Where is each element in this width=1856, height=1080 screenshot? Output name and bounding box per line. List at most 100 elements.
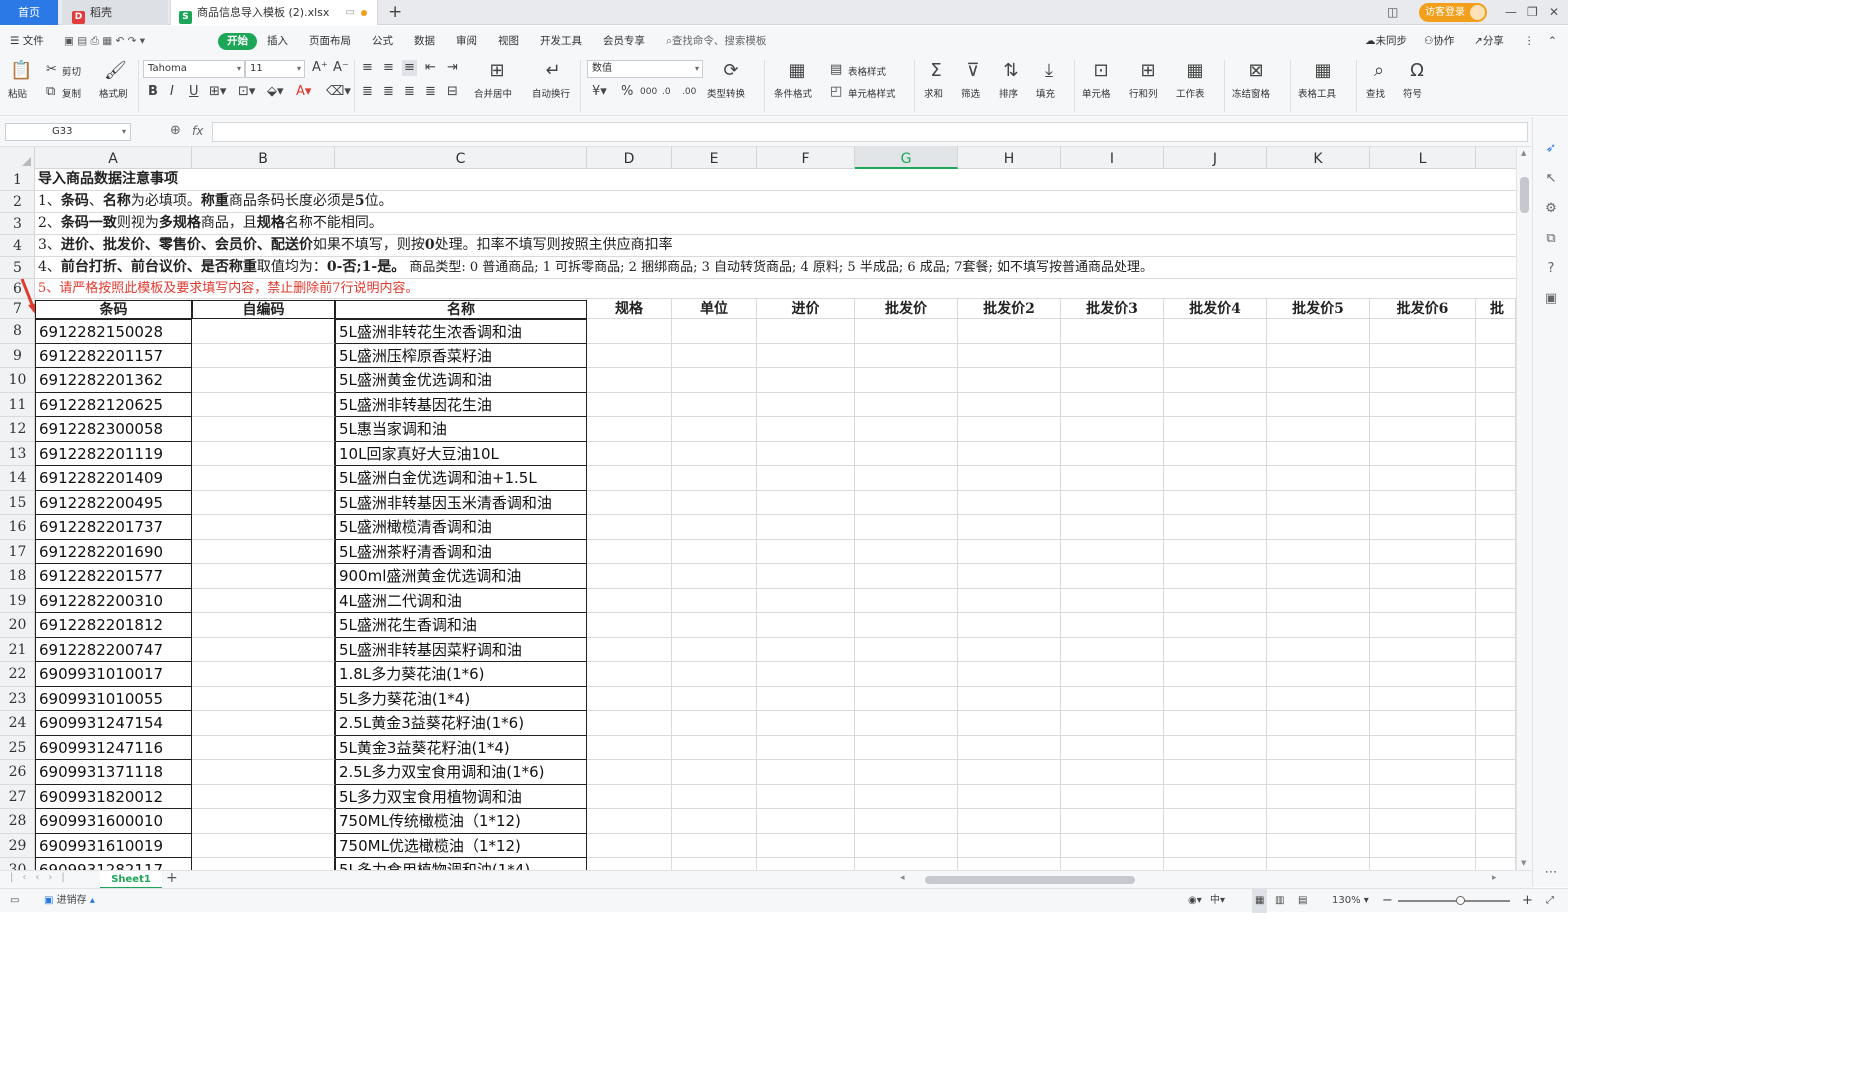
help-icon[interactable]: ? xyxy=(1543,261,1559,277)
barcode-cell[interactable]: 6912282200495 xyxy=(35,490,192,515)
font-increase-icon[interactable]: A⁺ xyxy=(312,60,328,76)
product-name-cell[interactable]: 5L盛洲压榨原香菜籽油 xyxy=(335,343,587,368)
cond-format-button[interactable]: 条件格式 xyxy=(774,86,812,100)
menu-layout[interactable]: 页面布局 xyxy=(309,26,351,56)
menu-review[interactable]: 审阅 xyxy=(456,26,477,56)
table-tools-button[interactable]: 表格工具 xyxy=(1298,86,1336,100)
restore-button[interactable]: ❐ xyxy=(1527,0,1538,25)
row-header[interactable]: 13 xyxy=(0,442,35,466)
barcode-cell[interactable]: 6912282201737 xyxy=(35,515,192,540)
menu-view[interactable]: 视图 xyxy=(498,26,519,56)
product-name-cell[interactable]: 5L盛洲橄榄清香调和油 xyxy=(335,515,587,540)
column-header-g[interactable]: G xyxy=(855,147,958,169)
product-name-cell[interactable]: 750ML优选橄榄油（1*12) xyxy=(335,833,587,858)
tab-monitor-icon[interactable]: ▭ xyxy=(346,0,355,25)
product-name-cell[interactable]: 1.8L多力葵花油(1*6) xyxy=(335,662,587,687)
barcode-cell[interactable]: 6909931282117 xyxy=(35,858,192,870)
table-style-button[interactable]: 表格样式 xyxy=(848,64,886,78)
freeze-button[interactable]: 冻结窗格 xyxy=(1232,86,1270,100)
vertical-scroll-thumb[interactable] xyxy=(1520,177,1529,213)
table-tools-icon[interactable]: ▦ xyxy=(1312,60,1334,82)
row-header[interactable]: 17 xyxy=(0,540,35,564)
distribute-icon[interactable]: ⊟ xyxy=(447,84,458,100)
row-header[interactable]: 28 xyxy=(0,809,35,834)
row-header[interactable]: 20 xyxy=(0,613,35,638)
decimal-increase-icon[interactable]: .0 xyxy=(662,84,671,100)
font-size-select[interactable]: 11 xyxy=(245,60,305,78)
collapse-ribbon-icon[interactable]: ⌃ xyxy=(1548,26,1557,56)
row-header[interactable]: 8 xyxy=(0,319,35,344)
row-header[interactable]: 21 xyxy=(0,638,35,662)
custom-code-cell[interactable] xyxy=(192,613,335,638)
custom-code-cell[interactable] xyxy=(192,368,335,393)
custom-code-cell[interactable] xyxy=(192,441,335,466)
row-header[interactable]: 4 xyxy=(0,235,35,257)
format-painter-button[interactable]: 格式刷 xyxy=(99,86,128,100)
column-title-cell[interactable]: 规格 xyxy=(587,300,672,319)
zoom-formula-icon[interactable]: ⊕ xyxy=(170,123,181,138)
cell-style-button[interactable]: 单元格样式 xyxy=(848,86,896,100)
menu-member[interactable]: 会员专享 xyxy=(603,26,645,56)
barcode-cell[interactable]: 6912282300058 xyxy=(35,417,192,442)
column-title-cell[interactable]: 批发价4 xyxy=(1164,300,1267,319)
horizontal-scroll-thumb[interactable] xyxy=(925,876,1135,884)
barcode-cell[interactable]: 6912282201362 xyxy=(35,368,192,393)
product-name-cell[interactable]: 5L惠当家调和油 xyxy=(335,417,587,442)
column-title-cell[interactable]: 进价 xyxy=(757,300,855,319)
product-name-cell[interactable]: 5L盛洲白金优选调和油+1.5L xyxy=(335,466,587,491)
custom-code-cell[interactable] xyxy=(192,343,335,368)
column-header-e[interactable]: E xyxy=(672,147,757,169)
tab-daoke[interactable]: D 稻壳 xyxy=(62,0,168,25)
more-icon[interactable]: ⋮ xyxy=(1524,26,1535,56)
zoom-in-button[interactable]: + xyxy=(1522,889,1533,913)
indent-decrease-icon[interactable]: ⇤ xyxy=(425,60,436,76)
custom-code-cell[interactable] xyxy=(192,564,335,589)
fill-icon[interactable]: ⤓ xyxy=(1038,60,1060,82)
product-name-cell[interactable]: 5L盛洲茶籽清香调和油 xyxy=(335,539,587,564)
wrap-button[interactable]: 自动换行 xyxy=(532,86,570,100)
product-name-cell[interactable]: 5L多力葵花油(1*4) xyxy=(335,686,587,711)
row-header[interactable]: 22 xyxy=(0,662,35,687)
collab-button[interactable]: ⚇协作 xyxy=(1424,26,1454,56)
barcode-cell[interactable]: 6909931371118 xyxy=(35,760,192,785)
find-button[interactable]: 查找 xyxy=(1366,86,1385,100)
row-header[interactable]: 24 xyxy=(0,711,35,736)
barcode-cell[interactable]: 6912282201157 xyxy=(35,343,192,368)
column-title-cell[interactable]: 批发价6 xyxy=(1370,300,1476,319)
barcode-cell[interactable]: 6912282120625 xyxy=(35,392,192,417)
menu-formula[interactable]: 公式 xyxy=(372,26,393,56)
symbol-icon[interactable]: Ω xyxy=(1406,60,1428,82)
column-header-h[interactable]: H xyxy=(958,147,1061,169)
row-header[interactable]: 2 xyxy=(0,191,35,213)
align-left-icon[interactable]: ≣ xyxy=(362,84,373,100)
barcode-cell[interactable]: 6912282201577 xyxy=(35,564,192,589)
column-title-cell[interactable]: 批发价5 xyxy=(1267,300,1370,319)
zoom-slider-knob[interactable] xyxy=(1456,896,1465,905)
layers-icon[interactable]: ⧉ xyxy=(1543,231,1559,247)
custom-code-cell[interactable] xyxy=(192,417,335,442)
custom-code-cell[interactable] xyxy=(192,319,335,344)
barcode-cell[interactable]: 6909931010017 xyxy=(35,662,192,687)
login-button[interactable]: 访客登录 xyxy=(1419,3,1487,22)
barcode-cell[interactable]: 6909931247154 xyxy=(35,711,192,736)
row-header[interactable]: 25 xyxy=(0,736,35,760)
barcode-cell[interactable]: 6912282201119 xyxy=(35,441,192,466)
custom-code-cell[interactable] xyxy=(192,515,335,540)
tab-file[interactable]: S 商品信息导入模板 (2).xlsx ▭ xyxy=(170,0,378,25)
product-name-cell[interactable]: 5L盛洲黄金优选调和油 xyxy=(335,368,587,393)
product-name-cell[interactable]: 5L盛洲非转基因花生油 xyxy=(335,392,587,417)
row-header[interactable]: 14 xyxy=(0,466,35,491)
barcode-cell[interactable]: 6909931610019 xyxy=(35,833,192,858)
align-bottom-icon[interactable]: ≡ xyxy=(402,60,417,76)
row-header[interactable]: 19 xyxy=(0,589,35,613)
row-header[interactable]: 3 xyxy=(0,213,35,235)
column-header-i[interactable]: I xyxy=(1061,147,1164,169)
menu-start[interactable]: 开始 xyxy=(218,33,257,50)
shape-icon[interactable]: ⊡▾ xyxy=(238,84,255,100)
paste-icon[interactable]: 📋 xyxy=(10,60,32,82)
align-middle-icon[interactable]: ≡ xyxy=(383,60,394,76)
format-painter-icon[interactable]: 🖌 xyxy=(104,60,127,82)
filter-button[interactable]: 筛选 xyxy=(961,86,980,100)
sort-button[interactable]: 排序 xyxy=(999,86,1018,100)
row-header[interactable]: 9 xyxy=(0,344,35,368)
